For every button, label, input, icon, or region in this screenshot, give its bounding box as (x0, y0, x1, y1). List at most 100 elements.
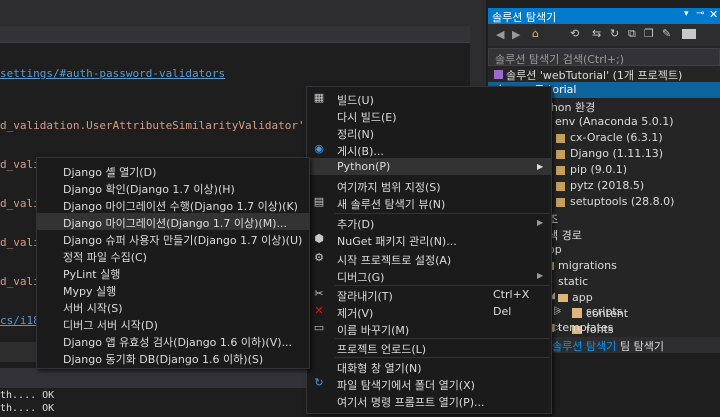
menu-item-publish[interactable]: ◉ 게시(B)... (307, 141, 551, 159)
tab-team-explorer[interactable]: 팀 탐색기 (620, 338, 664, 354)
menu-item-scope-to-this[interactable]: 여기까지 범위 지정(S) (307, 177, 551, 194)
editor-tab-bar (0, 0, 486, 26)
properties-icon[interactable]: ✎ (662, 27, 671, 40)
menu-item-label: Django 앱 유효성 검사(Django 1.6 이하)(V)... (63, 336, 293, 349)
chevron-right-icon: ▶ (537, 162, 544, 171)
menu-item-set-startup[interactable]: ⚙ 시작 프로젝트로 설정(A) (307, 250, 551, 268)
menu-item-nuget[interactable]: ⬢ NuGet 패키지 관리(N)... (307, 231, 551, 249)
menu-item-label: Django 확인(Django 1.7 이상)(H) (63, 183, 235, 196)
menu-item-build[interactable]: ▦ 빌드(U) (307, 90, 551, 108)
menu-item-label: 정리(N) (337, 128, 375, 141)
nuget-icon: ⬢ (314, 232, 324, 245)
submenu-item-django-validate[interactable]: Django 앱 유효성 검사(Django 1.6 이하)(V)... (37, 332, 309, 349)
forward-icon[interactable]: ▶ (512, 28, 520, 41)
tree-item-solution[interactable]: 솔루션 'webTutorial' (1개 프로젝트) (488, 66, 720, 82)
globe-icon: ◉ (314, 142, 324, 155)
submenu-item-start-server[interactable]: 서버 시작(S) (37, 298, 309, 315)
menu-item-add[interactable]: 추가(D) ▶ (307, 214, 551, 231)
tree-label: static (558, 275, 589, 288)
menu-item-open-in-explorer[interactable]: ↻ 파일 탐색기에서 폴더 열기(X) (307, 375, 551, 393)
menu-item-label: Python(P) (337, 160, 391, 173)
menu-item-label: Django 슈퍼 사용자 만들기(Django 1.7 이상)(U) (63, 234, 303, 247)
menu-item-label: 디버그 서버 시작(D) (63, 319, 158, 332)
package-icon (556, 166, 565, 175)
menu-item-label: PyLint 실행 (63, 268, 121, 281)
back-icon[interactable]: ◀ (496, 28, 504, 41)
menu-item-label: Django 셸 열기(D) (63, 166, 157, 179)
tree-label: 색 경로 (548, 229, 582, 242)
menu-item-label: 추가(D) (337, 218, 375, 231)
menu-item-label: Django 동기화 DB(Django 1.6 이하)(S) (63, 353, 264, 366)
menu-item-debug[interactable]: 디버그(G) ▶ (307, 267, 551, 284)
dropdown-icon[interactable]: ▾ (684, 9, 689, 19)
menu-item-label: 이름 바꾸기(M) (337, 324, 410, 337)
new-view-icon: ▤ (313, 195, 325, 208)
tree-label: pytz (2018.5) (570, 179, 645, 192)
refresh-icon[interactable]: ↻ (610, 27, 619, 40)
preview-icon[interactable] (682, 29, 696, 39)
submenu-item-django-shell[interactable]: Django 셸 열기(D) (37, 162, 309, 179)
menu-item-interactive-window[interactable]: 대화형 창 열기(N) (307, 358, 551, 375)
tree-label: templates (558, 321, 614, 334)
menu-item-python[interactable]: Python(P) ▶ (307, 158, 551, 175)
explorer-tabs: 솔루션 탐색기 팀 탐색기 (548, 337, 720, 353)
history-icon[interactable]: ⟲ (570, 27, 579, 40)
home-icon[interactable]: ⌂ (532, 27, 539, 40)
menu-item-rebuild[interactable]: 다시 빌드(E) (307, 107, 551, 124)
menu-item-label: 제거(V) (337, 307, 374, 320)
submenu-item-django-makemigrations[interactable]: Django 마이그레이션 수행(Django 1.7 이상)(K) (37, 196, 309, 213)
menu-item-label: Django 마이그레이션(Django 1.7 이상)(M)... (63, 217, 287, 230)
pin-icon[interactable]: ⊸ (696, 8, 704, 19)
menu-item-label: 다시 빌드(E) (337, 111, 397, 124)
python-submenu: Django 셸 열기(D) Django 확인(Django 1.7 이상)(… (36, 157, 310, 369)
submenu-item-mypy[interactable]: Mypy 실행 (37, 281, 309, 298)
tree-label: pip (9.0.1) (570, 163, 628, 176)
tree-label: app (572, 291, 593, 304)
folder-icon (558, 294, 568, 302)
menu-item-label: 새 솔루션 탐색기 뷰(N) (337, 198, 446, 211)
solution-explorer-search[interactable]: 솔루션 탐색기 검색(Ctrl+;) (488, 48, 720, 66)
package-icon (556, 150, 565, 159)
menu-item-label: 잘라내기(T) (337, 290, 393, 303)
sync-icon[interactable]: ⇆ (592, 27, 601, 40)
solution-explorer-toolbar: ◀ ▶ ⌂ ⟲ ⇆ ↻ ⧉ ❐ ✎ (488, 24, 720, 46)
menu-item-remove[interactable]: ✕ 제거(V) Del (307, 303, 551, 321)
menu-item-new-explorer-view[interactable]: ▤ 새 솔루션 탐색기 뷰(N) (307, 194, 551, 212)
show-files-icon[interactable]: ❐ (644, 27, 654, 40)
tree-label: migrations (558, 259, 617, 272)
submenu-item-collectstatic[interactable]: 정적 파일 수집(C) (37, 247, 309, 264)
submenu-item-django-migrate[interactable]: Django 마이그레이션(Django 1.7 이상)(M)... (37, 213, 309, 230)
tree-label: 솔루션 'webTutorial' (1개 프로젝트) (506, 69, 683, 82)
menu-item-command-prompt[interactable]: 여기서 명령 프롬프트 열기(P)... (307, 392, 551, 409)
menu-item-label: 디버그(G) (337, 271, 385, 284)
submenu-item-django-createsuperuser[interactable]: Django 슈퍼 사용자 만들기(Django 1.7 이상)(U) (37, 230, 309, 247)
menu-item-cut[interactable]: ✂ 잘라내기(T) Ctrl+X (307, 286, 551, 304)
gear-icon: ⚙ (314, 251, 324, 264)
submenu-item-start-debug-server[interactable]: 디버그 서버 시작(D) (37, 315, 309, 332)
tree-label: Django (1.11.13) (570, 147, 664, 160)
code-line[interactable]: d_validation.UserAttributeSimilarityVali… (0, 119, 311, 132)
chevron-right-icon: ▶ (537, 271, 544, 280)
menu-item-label: 서버 시작(S) (63, 302, 123, 315)
tab-solution-explorer[interactable]: 솔루션 탐색기 (552, 338, 616, 354)
solution-explorer-title-bar[interactable]: 솔루션 탐색기 ▾ ⊸ ✕ (488, 8, 720, 24)
solution-explorer-title: 솔루션 탐색기 (492, 11, 557, 24)
package-icon (556, 198, 565, 207)
menu-item-label: 여기서 명령 프롬프트 열기(P)... (337, 396, 485, 409)
code-line[interactable]: settings/#auth-password-validators (0, 67, 225, 80)
menu-item-rename[interactable]: ▭ 이름 바꾸기(M) (307, 320, 551, 338)
package-icon (556, 182, 565, 191)
editor-navigation-bar[interactable] (0, 26, 486, 43)
menu-item-label: NuGet 패키지 관리(N)... (337, 235, 457, 248)
menu-item-unload-project[interactable]: 프로젝트 언로드(L) (307, 339, 551, 356)
package-icon (556, 134, 565, 143)
menu-item-label: Mypy 실행 (63, 285, 117, 298)
menu-item-label: 빌드(U) (337, 94, 374, 107)
chevron-right-icon[interactable]: ▷ (554, 305, 561, 315)
collapse-icon[interactable]: ⧉ (628, 27, 636, 41)
close-icon[interactable]: ✕ (709, 8, 718, 21)
submenu-item-pylint[interactable]: PyLint 실행 (37, 264, 309, 281)
menu-item-clean[interactable]: 정리(N) (307, 124, 551, 141)
submenu-item-django-syncdb[interactable]: Django 동기화 DB(Django 1.6 이하)(S) (37, 349, 309, 366)
submenu-item-django-check[interactable]: Django 확인(Django 1.7 이상)(H) (37, 179, 309, 196)
